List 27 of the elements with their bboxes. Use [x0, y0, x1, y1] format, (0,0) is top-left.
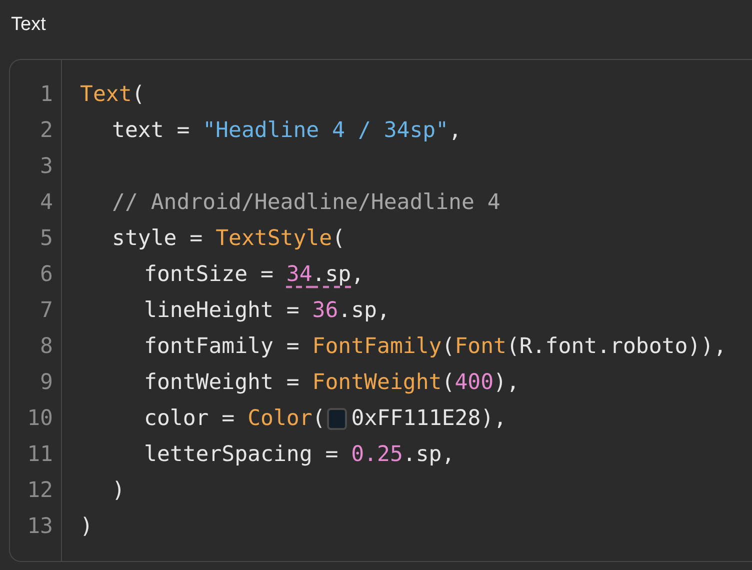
- line-number: 13: [27, 513, 53, 541]
- line-number: 1: [40, 81, 53, 109]
- line-number: 2: [40, 117, 53, 145]
- line-number: 11: [27, 441, 53, 469]
- section-title: Text: [10, 13, 47, 37]
- code-text: fontSize = 34.sp,: [144, 261, 364, 289]
- line-number: 7: [40, 297, 53, 325]
- code-text: 0xFF111E28),: [351, 405, 507, 433]
- code-text: letterSpacing = 0.25.sp,: [144, 441, 455, 469]
- line-number: 8: [40, 333, 53, 361]
- line-number: 12: [27, 477, 53, 505]
- code-text: text = "Headline 4 / 34sp",: [112, 117, 462, 145]
- code-text: lineHeight = 36.sp,: [144, 297, 390, 325]
- code-text: ): [112, 477, 125, 505]
- line-number: 6: [40, 261, 53, 289]
- line-number: 3: [40, 153, 53, 181]
- code-text: Text(: [80, 81, 145, 109]
- line-number: 9: [40, 369, 53, 397]
- line-number: 5: [40, 225, 53, 253]
- code-text: color = Color(: [144, 405, 326, 433]
- code-text: fontFamily = FontFamily(Font(R.font.roboto)),: [144, 333, 727, 361]
- code-text: // Android/Headline/Headline 4: [112, 189, 500, 217]
- code-text: fontWeight = FontWeight(400),: [144, 369, 520, 397]
- code-text: ): [80, 513, 93, 541]
- code-text: style = TextStyle(: [112, 225, 346, 253]
- line-number: 10: [27, 405, 53, 433]
- line-number: 4: [40, 189, 53, 217]
